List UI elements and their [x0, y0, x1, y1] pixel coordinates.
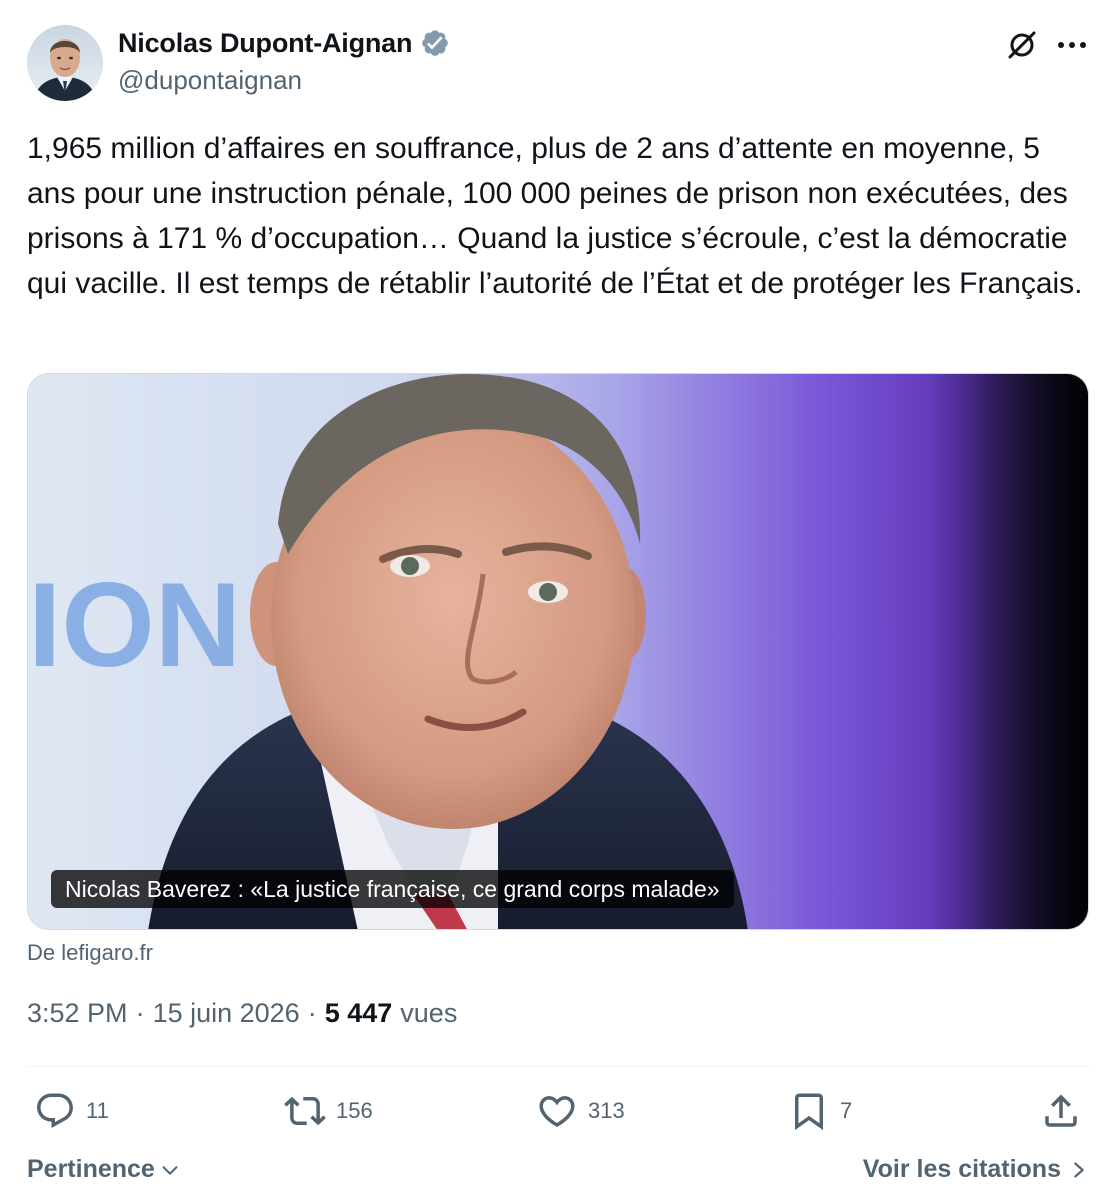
more-options-button[interactable] — [1052, 26, 1092, 64]
views-label: vues — [400, 998, 458, 1028]
avatar[interactable] — [27, 25, 103, 101]
chevron-down-icon — [162, 1165, 178, 1175]
grok-icon — [1008, 31, 1036, 59]
chevron-right-icon — [1074, 1161, 1084, 1178]
meta-separator: · — [307, 998, 317, 1028]
tweet-meta: 3:52 PM · 15 juin 2026 · 5 447 vues — [27, 998, 457, 1029]
heart-icon — [539, 1096, 575, 1128]
card-background-text: ION — [28, 558, 241, 692]
reply-count: 11 — [86, 1098, 109, 1123]
name-row: Nicolas Dupont-Aignan — [118, 26, 450, 60]
tweet-text: 1,965 million d’affaires en souffrance, … — [27, 132, 1083, 300]
card-caption: Nicolas Baverez : «La justice française,… — [51, 870, 734, 908]
bookmark-button[interactable]: 7 — [788, 1088, 852, 1134]
tweet: Nicolas Dupont-Aignan @dupontaignan 1,96… — [0, 0, 1111, 1203]
like-button[interactable]: 313 — [536, 1088, 625, 1134]
meta-separator: · — [135, 998, 145, 1028]
share-icon — [1045, 1094, 1077, 1127]
tweet-date[interactable]: 15 juin 2026 — [153, 998, 300, 1029]
repost-button[interactable]: 156 — [284, 1088, 373, 1134]
like-count: 313 — [588, 1098, 625, 1123]
view-quotes-label: Voir les citations — [862, 1155, 1061, 1183]
share-button[interactable] — [1040, 1088, 1082, 1134]
divider — [27, 1066, 1089, 1067]
link-card[interactable]: ION Nicolas Baverez: «La justice frança… — [27, 373, 1089, 930]
author-name[interactable]: Nicolas Dupont-Aignan — [118, 28, 412, 59]
author-handle[interactable]: @dupontaignan — [118, 65, 450, 96]
author-block: Nicolas Dupont-Aignan @dupontaignan — [118, 26, 450, 96]
bookmark-count: 7 — [840, 1098, 853, 1123]
verified-badge-icon[interactable] — [420, 28, 450, 58]
reply-button[interactable]: 11 — [34, 1088, 109, 1134]
views-count: 5 447 — [324, 998, 393, 1028]
sort-label: Pertinence — [27, 1155, 155, 1183]
avatar-photo — [27, 25, 103, 101]
reply-icon — [37, 1093, 73, 1128]
grok-button[interactable] — [1003, 26, 1041, 64]
bookmark-icon — [795, 1093, 823, 1131]
repost-count: 156 — [336, 1098, 373, 1123]
more-icon — [1058, 42, 1086, 48]
card-source-link[interactable]: De lefigaro.fr — [27, 940, 153, 966]
repost-icon — [284, 1096, 326, 1126]
card-image: ION — [28, 374, 1088, 929]
sort-dropdown[interactable]: Pertinence — [27, 1155, 181, 1184]
tweet-time[interactable]: 3:52 PM — [27, 998, 128, 1029]
view-quotes-link[interactable]: Voir les citations — [863, 1155, 1089, 1184]
